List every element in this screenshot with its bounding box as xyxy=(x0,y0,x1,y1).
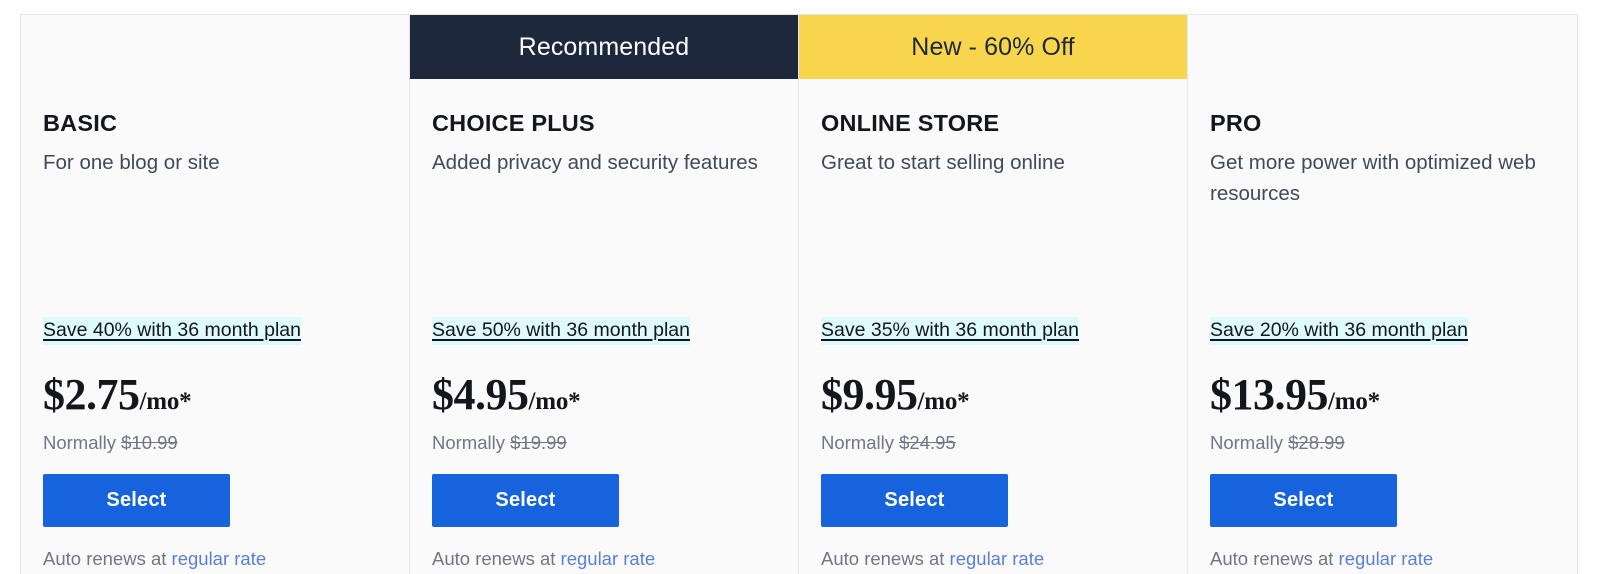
plan-price-period: /mo* xyxy=(1328,388,1380,415)
plan-description: Added privacy and security features xyxy=(432,150,758,174)
plan-title: ONLINE STORE xyxy=(821,110,1000,136)
plan-price: $4.95/mo* xyxy=(432,369,581,420)
regular-rate-link[interactable]: regular rate xyxy=(950,548,1045,569)
plan-card-pro: PRO Get more power with optimized web re… xyxy=(1188,15,1577,574)
regular-rate-link[interactable]: regular rate xyxy=(1339,548,1434,569)
normally-label: Normally xyxy=(1210,432,1283,453)
plan-price-period: /mo* xyxy=(139,388,192,415)
save-offer: Save 20% with 36 month plan xyxy=(1210,317,1468,345)
plan-body-choice-plus: CHOICE PLUS Added privacy and security f… xyxy=(410,79,798,574)
save-offer-link[interactable]: Save 35% with 36 month plan xyxy=(821,317,1079,345)
plan-regular-price: Normally $28.99 xyxy=(1210,432,1345,454)
plan-price: $13.95/mo* xyxy=(1210,369,1380,420)
normally-label: Normally xyxy=(43,432,116,453)
plan-price-period: /mo* xyxy=(917,388,970,415)
renew-note: Auto renews at regular rate xyxy=(432,548,655,570)
plan-description: Great to start selling online xyxy=(821,150,1065,174)
renew-note: Auto renews at regular rate xyxy=(821,548,1044,570)
renew-note-prefix: Auto renews at xyxy=(432,548,556,569)
plan-banner-pro xyxy=(1188,15,1577,79)
plan-description: Get more power with optimized web resour… xyxy=(1210,150,1536,205)
plan-regular-price: Normally $24.95 xyxy=(821,432,956,454)
normally-label: Normally xyxy=(821,432,894,453)
plan-price-period: /mo* xyxy=(528,388,581,415)
plan-card-choice-plus: Recommended CHOICE PLUS Added privacy an… xyxy=(410,15,799,574)
select-button[interactable]: Select xyxy=(432,474,619,527)
regular-rate-link[interactable]: regular rate xyxy=(561,548,656,569)
normally-price-value: $10.99 xyxy=(121,432,178,453)
plan-price-amount: $2.75 xyxy=(43,370,140,419)
plan-title: CHOICE PLUS xyxy=(432,110,595,136)
plan-title: PRO xyxy=(1210,110,1262,136)
save-offer: Save 50% with 36 month plan xyxy=(432,317,690,345)
plan-title: BASIC xyxy=(43,110,118,136)
plan-price-amount: $13.95 xyxy=(1210,370,1329,419)
plan-price: $2.75/mo* xyxy=(43,369,192,420)
save-offer: Save 40% with 36 month plan xyxy=(43,317,301,345)
plan-body-basic: BASIC For one blog or site Save 40% with… xyxy=(21,79,409,574)
pricing-plan-table: BASIC For one blog or site Save 40% with… xyxy=(20,14,1578,574)
plan-description: For one blog or site xyxy=(43,150,220,174)
renew-note: Auto renews at regular rate xyxy=(43,548,266,570)
plan-banner-recommended: Recommended xyxy=(410,15,798,79)
save-offer: Save 35% with 36 month plan xyxy=(821,317,1079,345)
plan-price-amount: $9.95 xyxy=(821,370,918,419)
save-offer-link[interactable]: Save 20% with 36 month plan xyxy=(1210,317,1468,345)
plan-body-pro: PRO Get more power with optimized web re… xyxy=(1188,79,1577,574)
plan-body-online-store: ONLINE STORE Great to start selling onli… xyxy=(799,79,1187,574)
renew-note: Auto renews at regular rate xyxy=(1210,548,1433,570)
plan-banner-new-offer: New - 60% Off xyxy=(799,15,1187,79)
save-offer-link[interactable]: Save 50% with 36 month plan xyxy=(432,317,690,345)
normally-label: Normally xyxy=(432,432,505,453)
renew-note-prefix: Auto renews at xyxy=(821,548,945,569)
save-offer-link[interactable]: Save 40% with 36 month plan xyxy=(43,317,301,345)
normally-price-value: $24.95 xyxy=(899,432,956,453)
plan-price: $9.95/mo* xyxy=(821,369,970,420)
plan-card-basic: BASIC For one blog or site Save 40% with… xyxy=(21,15,410,574)
plan-regular-price: Normally $19.99 xyxy=(432,432,567,454)
select-button[interactable]: Select xyxy=(821,474,1008,527)
plan-banner-basic xyxy=(21,15,409,79)
plan-card-online-store: New - 60% Off ONLINE STORE Great to star… xyxy=(799,15,1188,574)
plan-regular-price: Normally $10.99 xyxy=(43,432,178,454)
select-button[interactable]: Select xyxy=(1210,474,1397,527)
regular-rate-link[interactable]: regular rate xyxy=(172,548,267,569)
normally-price-value: $28.99 xyxy=(1288,432,1345,453)
normally-price-value: $19.99 xyxy=(510,432,567,453)
plan-price-amount: $4.95 xyxy=(432,370,529,419)
renew-note-prefix: Auto renews at xyxy=(1210,548,1334,569)
renew-note-prefix: Auto renews at xyxy=(43,548,167,569)
select-button[interactable]: Select xyxy=(43,474,230,527)
